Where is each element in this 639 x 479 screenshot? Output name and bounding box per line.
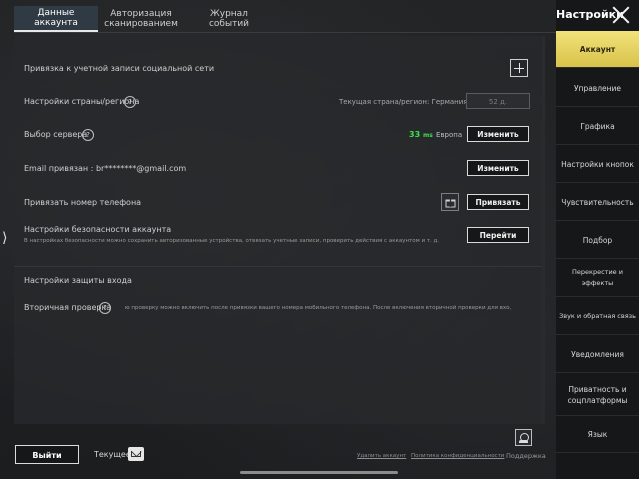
email-bound-label: Email привязан : br********@gmail.com	[24, 164, 187, 173]
region-current-text: Текущая страна/регион: Германия	[339, 98, 468, 106]
sidebar-item-language[interactable]: Язык	[556, 416, 639, 453]
social-link-label: Привязка к учетной записи социальной сет…	[24, 64, 215, 73]
server-ping-value: 33	[409, 130, 421, 139]
sidebar-item-controls[interactable]: Управление	[556, 70, 639, 107]
sidebar-item-graphics[interactable]: Графика	[556, 108, 639, 145]
home-indicator	[240, 471, 398, 474]
sidebar-item-notifications[interactable]: Уведомления	[556, 336, 639, 373]
server-label: Выбор сервера	[24, 130, 88, 139]
support-icon[interactable]	[515, 429, 532, 446]
region-label: Настройки страны/региона	[24, 97, 140, 106]
privacy-policy-link[interactable]: Политика конфиденциальности	[411, 453, 504, 459]
region-cooldown-box: 52 д.	[466, 93, 530, 109]
bind-phone-button[interactable]: Привязать	[467, 194, 529, 210]
security-settings-label: Настройки безопасности аккаунта	[24, 225, 172, 234]
section-divider	[14, 266, 542, 267]
sidebar-item-privacy-social[interactable]: Приватность и соцплатформы	[556, 374, 639, 416]
close-icon[interactable]	[612, 6, 630, 24]
security-settings-desc: В настройках безопасности можно сохранит…	[24, 238, 440, 244]
expand-left-arrow-icon[interactable]: ⟩	[2, 230, 7, 246]
sidebar-item-crosshair-effects[interactable]: Перекрестие и эффекты	[556, 260, 639, 297]
change-email-button[interactable]: Изменить	[467, 160, 529, 176]
sidebar-item-account[interactable]: Аккаунт	[556, 31, 639, 68]
top-tabs: Данные аккаунта Авторизация сканирование…	[14, 2, 274, 32]
current-account-label: Текущее	[94, 450, 131, 459]
change-server-button[interactable]: Изменить	[467, 126, 529, 142]
server-help-icon[interactable]: ?	[82, 129, 94, 141]
tab-account-data[interactable]: Данные аккаунта	[14, 6, 98, 32]
mail-icon[interactable]	[128, 447, 144, 461]
sidebar-item-audio-feedback[interactable]: Звук и обратная связь	[556, 298, 639, 335]
sidebar-item-pickup[interactable]: Подбор	[556, 222, 639, 259]
tab-scan-auth[interactable]: Авторизация сканированием	[98, 6, 184, 32]
sidebar-item-sensitivity[interactable]: Чувствительность	[556, 184, 639, 221]
gift-reward-button[interactable]	[441, 193, 459, 211]
tab-event-log[interactable]: Журнал событий	[184, 6, 274, 32]
server-ping: 33 ms	[409, 130, 433, 139]
login-protection-heading: Настройки защиты входа	[24, 276, 132, 285]
support-label[interactable]: Поддержка	[506, 452, 546, 460]
phone-bind-label: Привязать номер телефона	[24, 198, 142, 207]
sidebar-item-button-settings[interactable]: Настройки кнопок	[556, 146, 639, 183]
delete-account-link[interactable]: Удалить аккаунт	[357, 453, 406, 459]
go-security-button[interactable]: Перейти	[467, 227, 529, 243]
logout-button[interactable]: Выйти	[15, 445, 79, 464]
region-help-icon[interactable]: ?	[124, 96, 136, 108]
add-social-link-button[interactable]	[510, 59, 528, 77]
server-ping-unit: ms	[422, 132, 433, 139]
second-check-help-icon[interactable]: ?	[99, 302, 111, 314]
gift-icon	[445, 198, 455, 207]
second-check-desc: ю проверку можно включить после привязки…	[125, 305, 512, 311]
server-region-name: Европа	[436, 131, 463, 139]
panel-scrollbar[interactable]	[542, 36, 545, 424]
tabs-divider	[14, 32, 556, 33]
